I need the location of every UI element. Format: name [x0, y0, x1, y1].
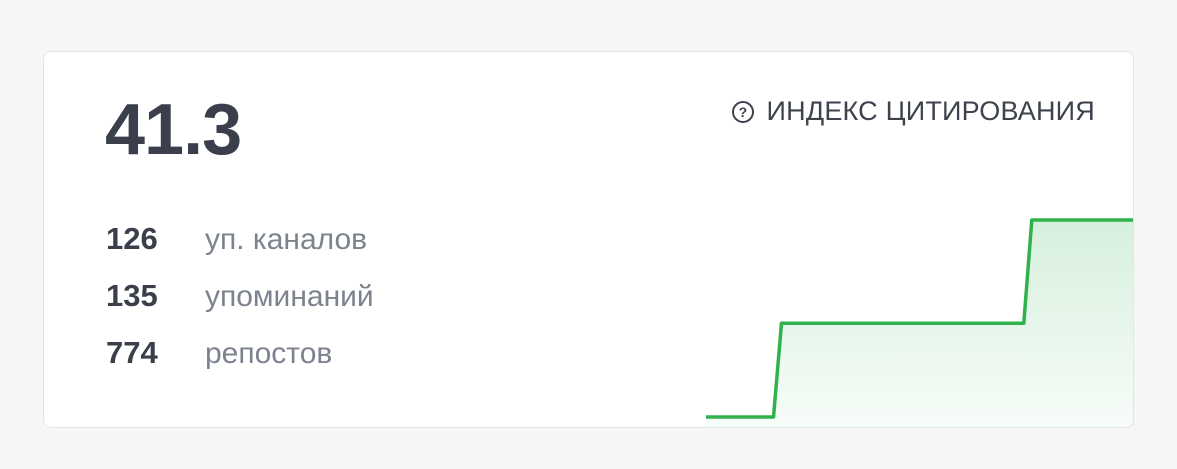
sparkline-chart: [706, 218, 1133, 427]
citation-index-card: 41.3 ? ИНДЕКС ЦИТИРОВАНИЯ 126 уп. канало…: [43, 51, 1134, 428]
